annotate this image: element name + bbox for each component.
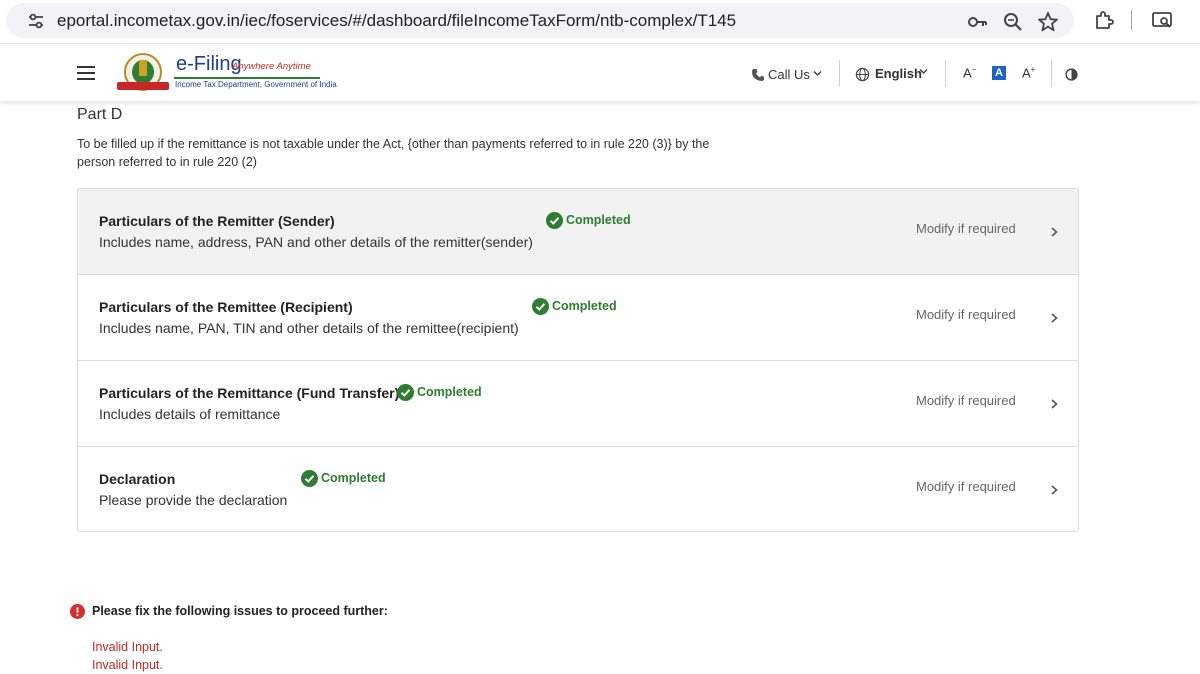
section-card-remitter[interactable]: Particulars of the Remitter (Sender) Inc… [78,189,1078,275]
chevron-down-icon[interactable] [812,68,823,79]
logo-underline [174,77,320,79]
income-tax-emblem [117,53,169,91]
section-card-remittee[interactable]: Particulars of the Remittee (Recipient) … [78,275,1078,361]
extensions-icon[interactable] [1093,9,1115,31]
font-decrease-label: A [963,65,972,81]
chevron-right-icon[interactable] [1048,225,1060,239]
section-title: Particulars of the Remitter (Sender) [99,213,335,229]
section-subtitle: Includes name, address, PAN and other de… [99,234,533,250]
efiling-logo-tagline: Anywhere Anytime [232,61,311,72]
check-circle-icon [301,470,318,487]
modify-link[interactable]: Modify if required [916,479,1016,494]
section-card-remittance[interactable]: Particulars of the Remittance (Fund Tran… [78,361,1078,447]
modify-link[interactable]: Modify if required [916,221,1016,236]
toolbar-divider [1131,10,1132,30]
browser-toolbar: eportal.incometax.gov.in/iec/foservices/… [0,0,1200,44]
check-circle-icon [532,298,549,315]
section-title: Declaration [99,471,176,487]
efiling-logo-subtitle: Income Tax Department, Government of Ind… [175,80,337,89]
section-subtitle: Includes name, PAN, TIN and other detail… [99,320,519,336]
chevron-right-icon[interactable] [1048,397,1060,411]
tune-icon[interactable] [26,11,46,31]
font-decrease-button[interactable]: A− [963,65,976,80]
section-list: Particulars of the Remitter (Sender) Inc… [77,188,1079,532]
header-divider [1051,60,1052,87]
contrast-icon[interactable] [1065,68,1078,81]
status-label: Completed [321,471,386,485]
url-text[interactable]: eportal.incometax.gov.in/iec/foservices/… [57,11,736,31]
header-divider [839,60,840,87]
phone-icon[interactable] [751,68,765,82]
modify-link[interactable]: Modify if required [916,393,1016,408]
part-description: To be filled up if the remittance is not… [77,137,710,169]
section-subtitle: Includes details of remittance [99,406,281,422]
error-heading: Please fix the following issues to proce… [92,604,388,618]
call-us-button[interactable]: Call Us [768,67,810,82]
chevron-right-icon[interactable] [1048,483,1060,497]
error-item: Invalid Input. [92,640,163,654]
menu-icon[interactable] [77,66,95,80]
key-icon[interactable] [966,11,988,33]
section-card-declaration[interactable]: Declaration Please provide the declarati… [78,447,1078,531]
part-title: Part D [77,106,123,123]
zoom-icon[interactable] [1002,11,1024,33]
font-increase-label: A [1022,65,1031,81]
status-label: Completed [566,213,631,227]
chevron-down-icon[interactable] [918,66,929,77]
address-bar[interactable]: eportal.incometax.gov.in/iec/foservices/… [6,3,1074,38]
screen-search-icon[interactable] [1151,9,1173,31]
font-default-button[interactable]: A [992,66,1006,80]
error-item: Invalid Input. [92,658,163,672]
globe-icon[interactable] [855,67,870,82]
font-increase-button[interactable]: A+ [1022,65,1035,80]
site-header: e-Filing Anywhere Anytime Income Tax Dep… [0,44,1200,101]
check-circle-icon [546,212,563,229]
status-label: Completed [417,385,482,399]
modify-link[interactable]: Modify if required [916,307,1016,322]
star-icon[interactable] [1037,11,1059,33]
error-icon [70,604,85,619]
header-divider [945,60,946,87]
section-subtitle: Please provide the declaration [99,492,288,508]
language-selector[interactable]: English [875,66,922,81]
check-circle-icon [397,384,414,401]
section-title: Particulars of the Remittee (Recipient) [99,299,353,315]
status-label: Completed [552,299,617,313]
chevron-right-icon[interactable] [1048,311,1060,325]
section-title: Particulars of the Remittance (Fund Tran… [99,385,400,401]
